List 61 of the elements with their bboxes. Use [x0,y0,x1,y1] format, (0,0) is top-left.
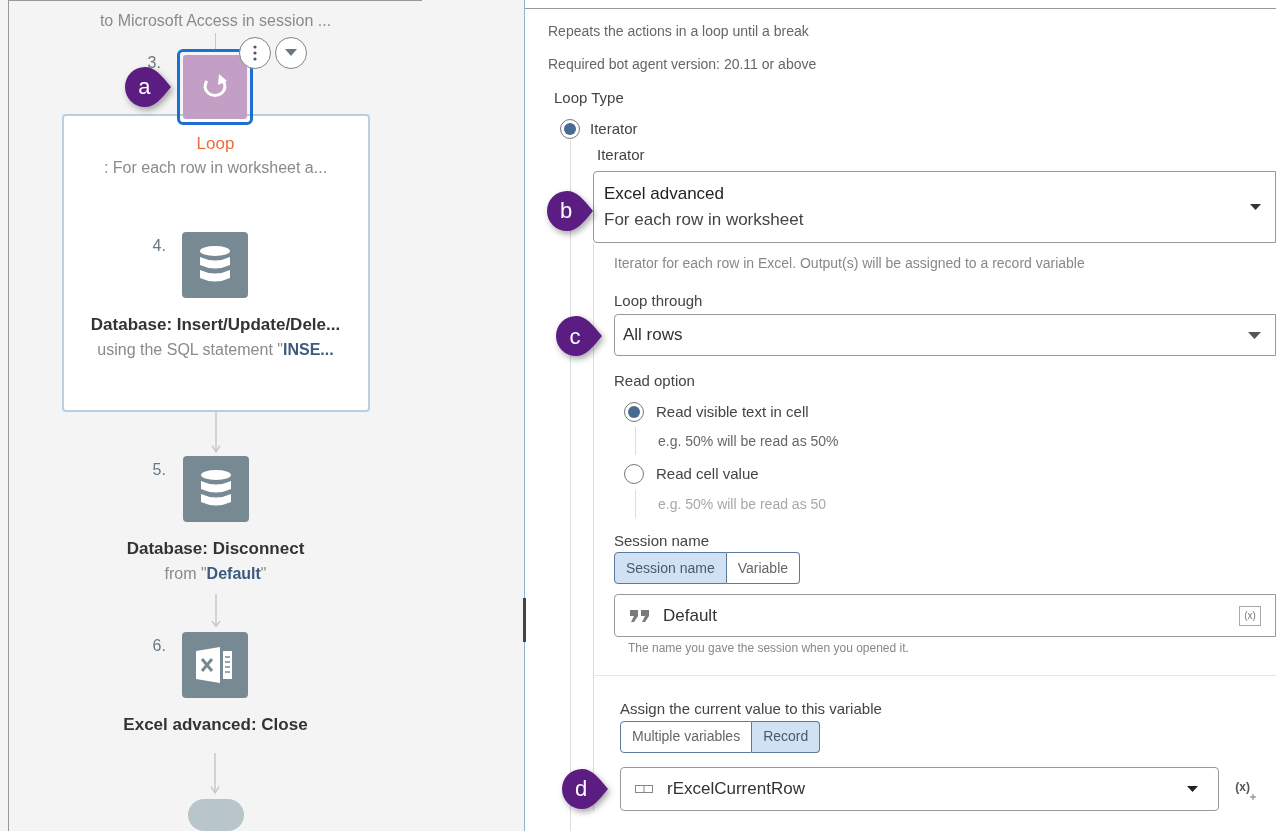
callout-marker: c [556,316,602,356]
insert-variable-button[interactable]: (x) [1239,605,1261,626]
step-number: 4. [152,236,166,257]
step-description: to Microsoft Access in session ... [99,11,332,31]
example-text: e.g. 50% will be read as 50% [658,433,839,449]
mode-tab[interactable]: Record [752,720,821,753]
variable-dropdown[interactable]: rExcelCurrentRow [620,766,1220,811]
field-label: Loop through [614,290,704,311]
plus-icon [1250,793,1256,800]
connector-arrow [210,412,221,455]
spreadsheet-icon[interactable] [182,631,249,698]
caret-icon [285,49,298,57]
step-description: using the SQL statement "INSE... [97,339,334,360]
callout-marker: d [562,768,608,809]
database-icon[interactable] [182,456,249,523]
field-label: Session name [614,530,711,551]
callout-marker: b [547,190,593,231]
resize-handle[interactable] [523,598,526,642]
caret-icon [1250,203,1261,210]
step-description: : For each row in worksheet a... [103,158,328,179]
kebab-menu-icon [253,44,258,61]
record-icon [635,784,653,793]
radio-label: Read visible text in cell [656,401,809,422]
help-text: The name you gave the session when you opened it. [628,640,910,657]
mode-tab[interactable]: Variable [726,552,801,584]
radio-button[interactable] [560,118,580,139]
caret-icon [1187,785,1199,792]
field-label: Iterator [597,145,646,165]
step-title: Loop [196,132,235,155]
loop-through-dropdown[interactable]: All rows [614,314,1276,356]
mode-tab[interactable]: Session name [614,552,727,584]
step-title: Database: Insert/Update/Dele... [90,314,341,337]
field-label: Loop Type [554,88,625,108]
step-number: 6. [152,635,166,656]
help-text: Iterator for each row in Excel. Output(s) will be assigned to a record variable [614,253,1086,273]
example-text: e.g. 50% will be read as 50 [658,495,827,512]
radio-label: Iterator [590,118,638,139]
iterator-dropdown[interactable]: Excel advanced For each row in worksheet [593,170,1276,243]
session-name-field[interactable]: Default (x) [614,594,1276,637]
quote-icon [629,609,651,622]
step-number: 5. [152,460,166,481]
dropdown-button[interactable] [275,36,308,69]
caret-icon [1248,331,1261,339]
radio-button[interactable] [624,464,644,485]
step-title: Excel advanced: Close [123,713,308,736]
requirement-text: Required bot agent version: 20.11 or above [548,55,818,74]
description-text: Repeats the actions in a loop until a break [548,22,810,41]
mode-tab[interactable]: Multiple variables [620,720,753,753]
field-label: Assign the current value to this variable [620,699,883,719]
radio-label: Read cell value [656,464,759,484]
field-label: Read option [614,371,696,391]
connector-arrow [210,593,221,628]
loop-step-icon[interactable] [183,54,248,119]
database-icon[interactable] [182,232,249,299]
connector-arrow [210,753,221,796]
step-description: from "Default" [164,563,267,584]
insert-variable-button[interactable]: (x) [1235,777,1256,800]
end-node-icon [187,799,244,831]
step-title: Database: Disconnect [126,538,305,561]
more-options-button[interactable] [239,36,272,69]
radio-button[interactable] [624,401,644,422]
